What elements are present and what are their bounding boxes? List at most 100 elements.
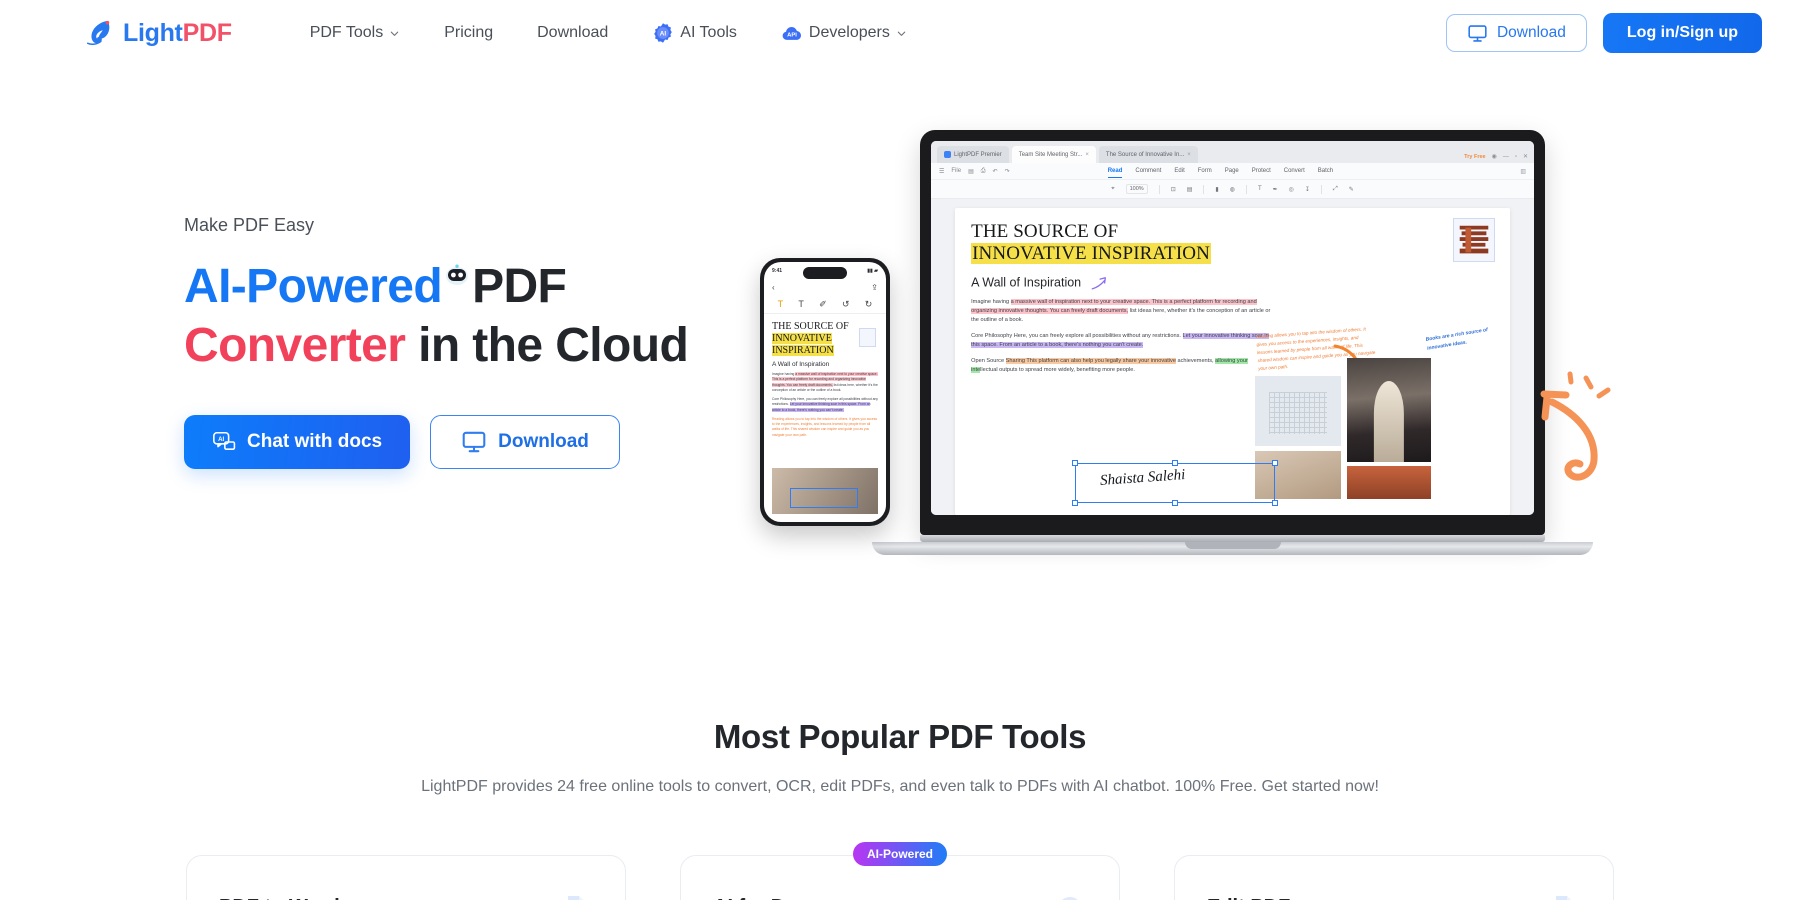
ai-gear-icon: AI: [654, 23, 673, 43]
phone-nav-bar: ‹ ⇪: [764, 280, 886, 295]
menu-batch[interactable]: Batch: [1318, 168, 1333, 174]
back-icon[interactable]: ‹: [772, 283, 775, 292]
toolbar-divider: [1320, 184, 1322, 194]
nav-item-download[interactable]: Download: [515, 16, 630, 50]
zoom-level[interactable]: 100%: [1125, 184, 1148, 194]
save-icon[interactable]: ▤: [968, 168, 974, 175]
print-icon[interactable]: ⎙: [981, 168, 986, 175]
undo-icon[interactable]: ↶: [993, 168, 998, 175]
resize-handle-bc[interactable]: [1172, 500, 1179, 506]
hamburger-icon[interactable]: ☰: [939, 168, 944, 175]
highlight-tool-icon[interactable]: ▮: [1215, 186, 1218, 193]
signature-selection-box[interactable]: Shaista Salehi: [1072, 460, 1279, 506]
resize-handle-tl[interactable]: [1072, 460, 1079, 466]
section-title: Most Popular PDF Tools: [713, 718, 1087, 755]
phone-title-line1: THE SOURCE OF: [772, 321, 849, 332]
menu-edit[interactable]: Edit: [1174, 168, 1184, 174]
menu-read[interactable]: Read: [1107, 168, 1122, 178]
window-controls: Try Free ◉ — ▫ ✕: [1464, 153, 1528, 163]
hero-headline-pdf: PDF: [472, 260, 567, 313]
laptop-notch: [1184, 542, 1281, 549]
text-tool-icon[interactable]: T: [1258, 186, 1262, 192]
resize-handle-tc[interactable]: [1172, 460, 1179, 466]
nav-item-developers[interactable]: API Developers: [759, 14, 929, 52]
text-highlight-tool-icon[interactable]: T: [778, 299, 784, 309]
fullscreen-icon[interactable]: ⤢: [1333, 186, 1338, 193]
phone-signature-box[interactable]: [790, 488, 858, 508]
ai-for-docs-icon: [1062, 897, 1078, 900]
fit-page-icon[interactable]: ⊡: [1171, 186, 1176, 193]
document-title: THE SOURCE OF INNOVATIVE INSPIRATION: [971, 221, 1494, 266]
resize-handle-bl[interactable]: [1072, 500, 1079, 506]
phone-time: 9:41: [772, 268, 783, 274]
document-viewport[interactable]: THE SOURCE OF INNOVATIVE INSPIRATION A W…: [931, 199, 1534, 515]
laptop-screen: LightPDF Premier Team Site Meeting Str..…: [931, 141, 1534, 515]
text-tool-icon[interactable]: T: [798, 299, 804, 309]
chat-with-docs-label: Chat with docs: [247, 431, 383, 453]
phone-notch: [803, 267, 847, 279]
shape-tool-icon[interactable]: ◍: [1230, 186, 1235, 193]
doc-p3-a: Open Source: [971, 358, 1006, 365]
tool-card-pdf-to-word[interactable]: PDF to Word: [186, 855, 626, 900]
svg-text:AI: AI: [660, 30, 667, 37]
page-layout-icon[interactable]: ▤: [1187, 186, 1193, 193]
document-title-line1: THE SOURCE OF: [971, 221, 1119, 242]
browser-tab-title: The Source of Innovative In...: [1105, 151, 1185, 158]
doc-p3-highlight: Sharing This platform can also help you …: [1005, 358, 1176, 365]
hero-text-block: Make PDF Easy AI-Powered PDF Converter i…: [184, 215, 804, 470]
hero-download-button[interactable]: Download: [430, 415, 620, 470]
menu-page[interactable]: Page: [1225, 168, 1239, 174]
pointer-tool-icon[interactable]: ⌖: [1111, 186, 1114, 193]
stamp-tool-icon[interactable]: ✒: [1273, 186, 1278, 193]
tool-card-ai-for-docs[interactable]: AI-Powered AI for Docs: [680, 842, 1120, 900]
share-icon[interactable]: ⇪: [871, 283, 878, 292]
try-free-link[interactable]: Try Free: [1464, 154, 1485, 160]
abstract-red-pattern-icon: [1459, 225, 1489, 254]
menu-form[interactable]: Form: [1198, 168, 1212, 174]
nav-item-pdf-tools[interactable]: PDF Tools: [288, 16, 423, 50]
logo-text-light: Light: [123, 18, 183, 47]
resize-handle-tr[interactable]: [1272, 460, 1279, 466]
hero-headline: AI-Powered PDF Converter in the Cloud: [184, 258, 804, 375]
tool-card-edit-pdf[interactable]: Edit PDF: [1174, 855, 1614, 900]
maximize-icon[interactable]: ▫: [1515, 154, 1517, 160]
pen-tool-icon[interactable]: ✐: [819, 299, 827, 310]
resize-handle-br[interactable]: [1272, 500, 1279, 506]
minimize-icon[interactable]: —: [1503, 154, 1509, 160]
chat-with-docs-button[interactable]: AI Chat with docs: [184, 415, 411, 470]
tool-card-title: Edit PDF: [1207, 896, 1581, 900]
menu-protect[interactable]: Protect: [1252, 168, 1271, 174]
file-menu[interactable]: File: [951, 168, 961, 174]
document-image-grid: [1255, 376, 1342, 446]
account-icon[interactable]: ◉: [1492, 153, 1497, 160]
menu-convert[interactable]: Convert: [1284, 168, 1305, 174]
chatbot-robot-icon: [446, 264, 469, 285]
close-window-icon[interactable]: ✕: [1523, 153, 1528, 160]
undo-icon[interactable]: ↺: [842, 299, 850, 310]
menu-comment[interactable]: Comment: [1135, 168, 1161, 174]
app-menu-center: Read Comment Edit Form Page Protect Conv…: [1107, 168, 1333, 178]
login-signup-button[interactable]: Log in/Sign up: [1602, 13, 1762, 53]
hero-product-mockup: LightPDF Premier Team Site Meeting Str..…: [760, 100, 1640, 570]
browser-tab[interactable]: Team Site Meeting Str... ×: [1011, 146, 1096, 163]
close-icon[interactable]: ×: [1085, 152, 1089, 158]
redo-icon[interactable]: ↻: [865, 299, 873, 310]
nav-item-ai-tools[interactable]: AI AI Tools: [630, 14, 759, 52]
header-download-button[interactable]: Download: [1445, 14, 1587, 52]
browser-tab[interactable]: LightPDF Premier: [937, 146, 1009, 163]
redo-icon[interactable]: ↷: [1005, 168, 1010, 175]
nav-item-pricing[interactable]: Pricing: [422, 16, 515, 50]
site-header: LightPDF PDF Tools Pricing Download AI A…: [0, 0, 1800, 66]
close-icon[interactable]: ×: [1187, 152, 1191, 158]
primary-nav: PDF Tools Pricing Download AI AI Tools A…: [288, 14, 929, 52]
api-cloud-icon: API: [782, 27, 801, 40]
svg-text:API: API: [787, 32, 797, 38]
link-tool-icon[interactable]: ◎: [1289, 186, 1294, 193]
attach-tool-icon[interactable]: ↧: [1305, 186, 1310, 193]
laptop-lid: LightPDF Premier Team Site Meeting Str..…: [920, 130, 1545, 535]
browser-tab[interactable]: The Source of Innovative In... ×: [1098, 146, 1198, 163]
phone-screen: 9:41 ▮▮ ▰ ‹ ⇪ T T ✐ ↺ ↻ THE SOURCE OF IN…: [764, 262, 886, 522]
logo[interactable]: LightPDF: [84, 18, 232, 48]
pen-tool-icon[interactable]: ✎: [1349, 186, 1354, 193]
sidebar-toggle-icon[interactable]: ▥: [1520, 168, 1526, 175]
